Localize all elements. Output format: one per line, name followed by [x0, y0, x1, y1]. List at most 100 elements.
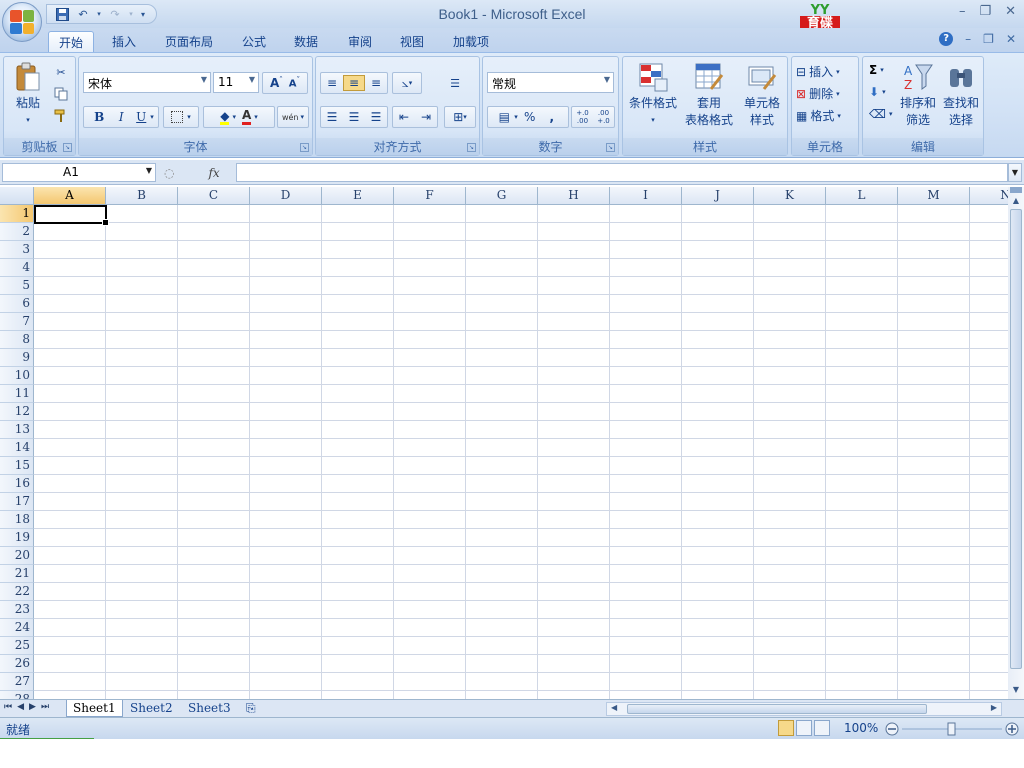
column-header[interactable]: L	[826, 187, 898, 205]
workbook-minimize-icon[interactable]: –	[965, 32, 971, 46]
fill-dropdown-icon[interactable]: ▾	[882, 88, 886, 96]
font-color-icon[interactable]: A	[241, 109, 252, 125]
name-box[interactable]: A1 ▼	[2, 163, 156, 182]
orientation-dropdown-icon[interactable]: ▾	[409, 79, 413, 87]
format-cells-button[interactable]: ▦ 格式 ▾	[796, 107, 841, 124]
column-header[interactable]: A	[34, 187, 106, 205]
row-header[interactable]: 4	[0, 259, 34, 277]
row-header[interactable]: 7	[0, 313, 34, 331]
scroll-right-icon[interactable]: ▶	[991, 703, 997, 712]
redo-dropdown-icon[interactable]: ▾	[127, 6, 135, 22]
office-button[interactable]	[2, 2, 42, 42]
row-header[interactable]: 26	[0, 655, 34, 673]
scroll-up-icon[interactable]: ▲	[1009, 194, 1023, 208]
underline-button[interactable]: U	[132, 110, 150, 124]
delete-cells-dropdown-icon[interactable]: ▾	[836, 90, 840, 98]
delete-cells-button[interactable]: ⊠ 删除 ▾	[796, 85, 840, 102]
italic-button[interactable]: I	[110, 110, 132, 124]
merge-dropdown-icon[interactable]: ▾	[463, 113, 467, 121]
increase-indent-icon[interactable]: ⇥	[415, 110, 437, 124]
vertical-scrollbar[interactable]: ▲ ▼	[1008, 187, 1024, 699]
wrap-text-icon[interactable]: ☰	[446, 74, 464, 92]
horizontal-scroll-thumb[interactable]	[627, 704, 927, 714]
row-header[interactable]: 27	[0, 673, 34, 691]
format-cells-dropdown-icon[interactable]: ▾	[837, 112, 841, 120]
insert-sheet-icon[interactable]: ⎘	[240, 700, 262, 717]
align-center-icon[interactable]: ☰	[343, 110, 365, 124]
fill-color-dropdown-icon[interactable]: ▾	[232, 113, 236, 121]
close-icon[interactable]: ✕	[1005, 4, 1016, 19]
column-header[interactable]: I	[610, 187, 682, 205]
page-break-view-icon[interactable]	[814, 720, 830, 736]
row-header[interactable]: 2	[0, 223, 34, 241]
active-cell[interactable]	[34, 205, 109, 226]
bold-button[interactable]: B	[88, 110, 110, 124]
row-header[interactable]: 21	[0, 565, 34, 583]
scroll-down-icon[interactable]: ▼	[1009, 683, 1023, 697]
row-header[interactable]: 22	[0, 583, 34, 601]
phonetic-dropdown-icon[interactable]: ▾	[301, 113, 305, 121]
align-middle-icon[interactable]: ≡	[343, 75, 365, 91]
row-header[interactable]: 16	[0, 475, 34, 493]
format-painter-icon[interactable]	[52, 107, 70, 125]
accounting-format-icon[interactable]: ▤	[494, 110, 514, 124]
row-header[interactable]: 15	[0, 457, 34, 475]
tab-home[interactable]: 开始	[48, 31, 95, 52]
conditional-formatting-button[interactable]: 条件格式 ▾	[625, 61, 681, 129]
row-header[interactable]: 10	[0, 367, 34, 385]
column-header[interactable]: F	[394, 187, 466, 205]
number-launcher-icon[interactable]: ↘	[606, 143, 615, 152]
find-select-button[interactable]: 查找和 选择	[939, 61, 983, 129]
decrease-decimal-button[interactable]: .00 +.0	[593, 109, 614, 125]
column-header[interactable]: D	[250, 187, 322, 205]
row-header[interactable]: 28	[0, 691, 34, 699]
tab-page-layout[interactable]: 页面布局	[155, 31, 223, 52]
merge-center-button[interactable]: ⊞ ▾	[444, 106, 476, 128]
column-header[interactable]: E	[322, 187, 394, 205]
row-header[interactable]: 5	[0, 277, 34, 295]
row-header[interactable]: 12	[0, 403, 34, 421]
cell-styles-button[interactable]: 单元格 样式	[737, 61, 787, 129]
align-bottom-icon[interactable]: ≡	[365, 76, 387, 90]
sheet-tab-sheet2[interactable]: Sheet2	[124, 700, 179, 717]
formula-splitter-icon[interactable]: ◌	[164, 166, 174, 180]
underline-dropdown-icon[interactable]: ▾	[150, 113, 154, 121]
row-header[interactable]: 11	[0, 385, 34, 403]
column-header[interactable]: B	[106, 187, 178, 205]
column-header[interactable]: K	[754, 187, 826, 205]
save-icon[interactable]	[53, 6, 71, 22]
row-header[interactable]: 25	[0, 637, 34, 655]
tab-addins[interactable]: 加载项	[443, 31, 499, 52]
prev-sheet-icon[interactable]: ◀	[17, 702, 24, 712]
increase-decimal-button[interactable]: +.0 .00	[572, 109, 593, 125]
sheet-tab-sheet1[interactable]: Sheet1	[66, 700, 123, 717]
grow-font-icon[interactable]: Aˆ	[270, 76, 283, 90]
row-header[interactable]: 20	[0, 547, 34, 565]
workbook-restore-icon[interactable]: ❐	[983, 32, 994, 46]
restore-icon[interactable]: ❐	[979, 4, 991, 19]
percent-button[interactable]: %	[518, 110, 542, 124]
copy-icon[interactable]	[52, 85, 70, 103]
row-header[interactable]: 19	[0, 529, 34, 547]
column-header[interactable]: G	[466, 187, 538, 205]
redo-icon[interactable]: ↷	[106, 6, 124, 22]
expand-formula-bar-icon[interactable]: ▼	[1008, 163, 1022, 182]
tab-insert[interactable]: 插入	[102, 31, 146, 52]
cell-area[interactable]	[34, 205, 1008, 699]
borders-dropdown-icon[interactable]: ▾	[187, 113, 191, 121]
first-sheet-icon[interactable]: ⏮	[4, 702, 12, 712]
row-header[interactable]: 17	[0, 493, 34, 511]
cut-icon[interactable]: ✂	[52, 63, 70, 81]
paste-button[interactable]: 粘贴 ▾	[8, 61, 48, 129]
clear-dropdown-icon[interactable]: ▾	[889, 110, 893, 118]
insert-cells-dropdown-icon[interactable]: ▾	[836, 68, 840, 76]
help-icon[interactable]: ?	[939, 32, 954, 46]
column-header[interactable]: M	[898, 187, 970, 205]
autosum-button[interactable]: Σ ▾	[869, 63, 884, 77]
vertical-scroll-thumb[interactable]	[1010, 209, 1022, 669]
tab-review[interactable]: 审阅	[338, 31, 382, 52]
clear-button[interactable]: ⌫ ▾	[869, 107, 892, 121]
minimize-icon[interactable]: –	[959, 4, 966, 19]
insert-cells-button[interactable]: ⊟ 插入 ▾	[796, 63, 840, 80]
column-header[interactable]: J	[682, 187, 754, 205]
